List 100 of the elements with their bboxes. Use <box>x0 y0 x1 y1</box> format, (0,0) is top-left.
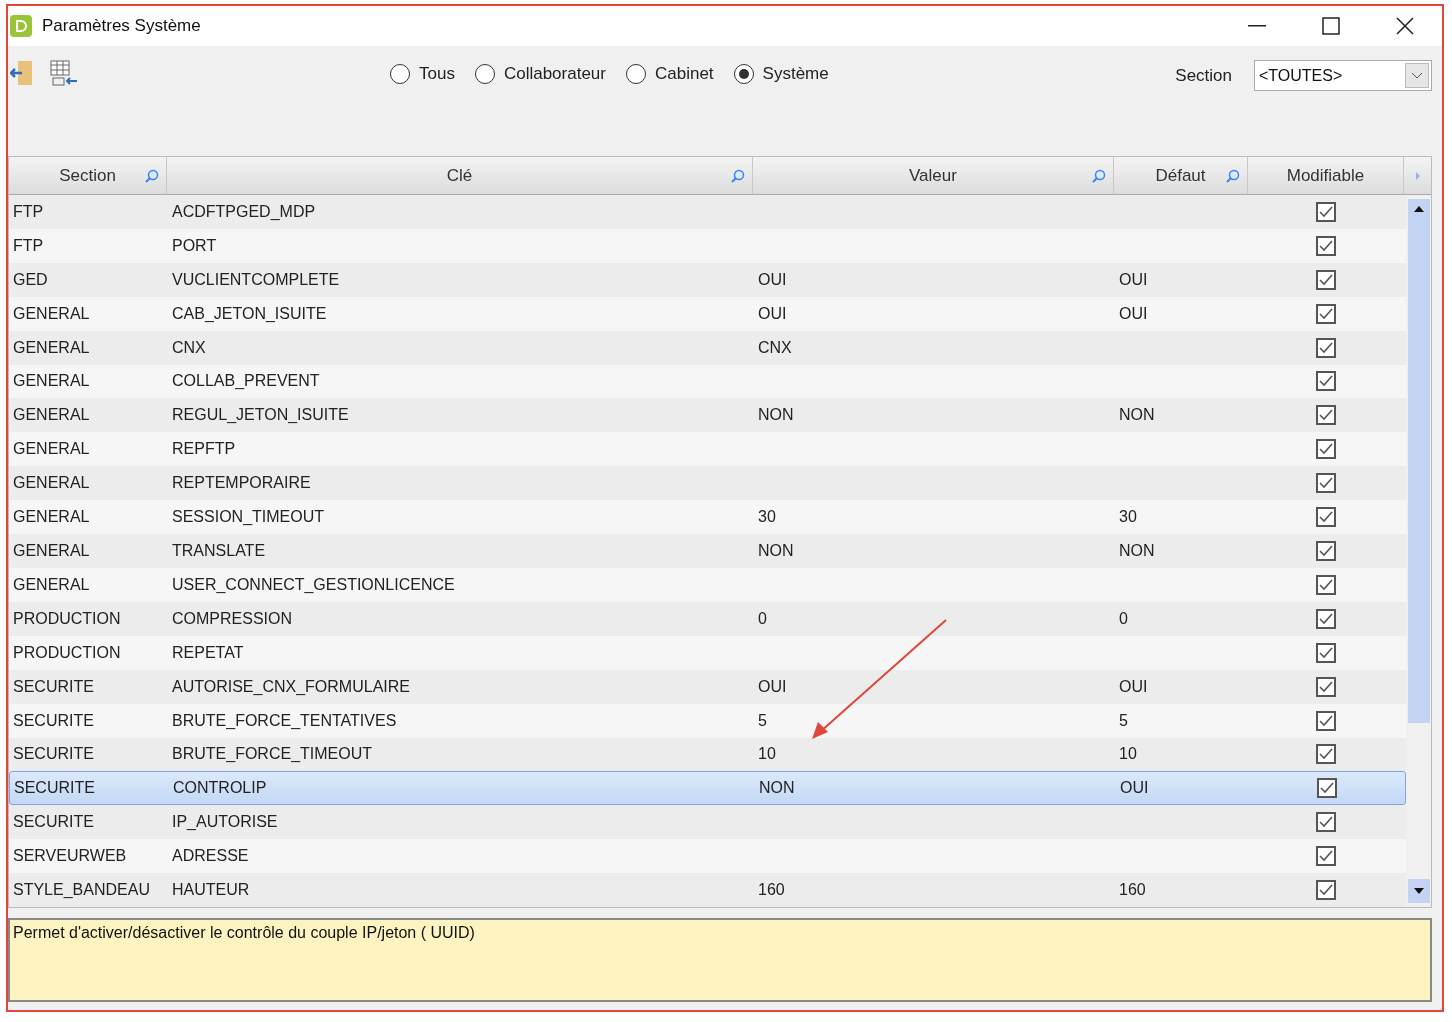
checkbox[interactable] <box>1317 778 1337 799</box>
table-export-icon[interactable] <box>50 60 78 88</box>
table-cell-text: OUI <box>1118 303 1149 324</box>
table-row[interactable]: GENERAL TRANSLATE NON NON <box>9 534 1406 568</box>
checkbox[interactable] <box>1316 303 1336 324</box>
table-row[interactable]: SECURITE BRUTE_FORCE_TIMEOUT 10 10 <box>9 737 1406 772</box>
checkbox[interactable] <box>1316 676 1336 697</box>
table-cell-text: FTP <box>12 235 45 256</box>
checkbox[interactable] <box>1316 744 1336 765</box>
table-cell-text: 0 <box>757 608 768 629</box>
table-cell-text: GENERAL <box>12 507 91 528</box>
caret-right-icon <box>1414 171 1421 180</box>
exit-door-icon[interactable] <box>10 60 34 86</box>
table-cell-text: 160 <box>1118 880 1147 901</box>
table-cell-text: PRODUCTION <box>12 642 122 663</box>
table-cell-text: STYLE_BANDEAU <box>12 880 151 901</box>
radio-button[interactable] <box>733 63 754 84</box>
search-icon[interactable] <box>730 168 746 184</box>
column-header[interactable]: Défaut <box>1114 157 1248 194</box>
table-cell-text: REGUL_JETON_ISUITE <box>171 405 350 426</box>
scroll-down-icon[interactable] <box>1407 879 1430 903</box>
table-row[interactable]: PRODUCTION COMPRESSION 0 0 <box>9 601 1406 636</box>
table-row[interactable]: SECURITE BRUTE_FORCE_TENTATIVES 5 5 <box>9 703 1406 738</box>
checkbox[interactable] <box>1316 337 1336 358</box>
table-cell-text: GED <box>12 269 49 290</box>
checkbox[interactable] <box>1316 439 1336 460</box>
table-cell-text: GENERAL <box>12 337 91 358</box>
table-row[interactable]: GED VUCLIENTCOMPLETE OUI OUI <box>9 262 1406 297</box>
maximize-icon <box>1322 17 1340 35</box>
table-cell-text: NON <box>758 778 796 799</box>
table-cell-text: 0 <box>1118 608 1129 629</box>
table-cell-text: GENERAL <box>12 303 91 324</box>
table-row[interactable]: SECURITE CONTROLIP NON OUI <box>9 771 1406 806</box>
table-row[interactable]: GENERAL CAB_JETON_ISUITE OUI OUI <box>9 296 1406 331</box>
filter-radio[interactable]: Système <box>733 61 829 87</box>
table-cell-text: OUI <box>1118 676 1149 697</box>
table-row[interactable]: GENERAL COLLAB_PREVENT <box>9 364 1406 399</box>
search-icon[interactable] <box>1225 168 1241 184</box>
scroll-up-icon[interactable] <box>1407 199 1430 219</box>
table-row[interactable]: STYLE_BANDEAU HAUTEUR 160 160 <box>9 873 1406 908</box>
checkbox[interactable] <box>1316 371 1336 392</box>
checkbox[interactable] <box>1316 642 1336 663</box>
table-row[interactable]: GENERAL CNX CNX <box>9 330 1406 365</box>
column-header[interactable]: Clé <box>167 157 753 194</box>
radio-button[interactable] <box>626 63 646 84</box>
radio-button[interactable] <box>390 63 410 84</box>
radio-button[interactable] <box>474 63 495 84</box>
table-cell-text: SECURITE <box>12 812 95 833</box>
table-cell-text: CAB_JETON_ISUITE <box>171 303 328 324</box>
table-cell-text: SECURITE <box>12 744 95 765</box>
table-row[interactable]: GENERAL USER_CONNECT_GESTIONLICENCE <box>9 567 1406 602</box>
checkbox[interactable] <box>1316 710 1336 731</box>
checkbox[interactable] <box>1316 473 1336 494</box>
table-row[interactable]: FTP ACDFTPGED_MDP <box>9 195 1406 229</box>
filter-radio[interactable]: Tous <box>390 61 455 87</box>
table-cell-text: NON <box>757 541 795 561</box>
checkbox[interactable] <box>1316 880 1336 901</box>
checkbox[interactable] <box>1316 201 1336 222</box>
scrollbar-thumb[interactable] <box>1407 219 1430 723</box>
section-dropdown[interactable]: <TOUTES> <box>1254 60 1432 91</box>
table-cell-text: REPTEMPORAIRE <box>171 473 312 494</box>
filter-radio[interactable]: Cabinet <box>626 61 714 87</box>
checkbox[interactable] <box>1316 812 1336 833</box>
table-row[interactable]: GENERAL REGUL_JETON_ISUITE NON NON <box>9 398 1406 433</box>
checkbox[interactable] <box>1316 574 1336 595</box>
search-icon[interactable] <box>144 168 160 184</box>
table-row[interactable]: SERVEURWEB ADRESSE <box>9 839 1406 874</box>
table-cell-text: FTP <box>12 201 45 222</box>
table-row[interactable]: PRODUCTION REPETAT <box>9 635 1406 670</box>
table-row[interactable]: GENERAL REPFTP <box>9 432 1406 467</box>
table-cell-text: ACDFTPGED_MDP <box>171 201 317 222</box>
checkbox[interactable] <box>1316 235 1336 256</box>
table-cell-text: SECURITE <box>12 676 95 697</box>
close-icon <box>1396 17 1414 35</box>
search-icon[interactable] <box>1091 168 1107 184</box>
checkbox[interactable] <box>1316 507 1336 528</box>
table-cell-text: COMPRESSION <box>171 608 293 629</box>
checkbox[interactable] <box>1316 405 1336 426</box>
table-cell-text: COLLAB_PREVENT <box>171 371 321 392</box>
table-row[interactable]: SECURITE IP_AUTORISE <box>9 805 1406 840</box>
table-row[interactable]: GENERAL SESSION_TIMEOUT 30 30 <box>9 500 1406 535</box>
column-header[interactable]: Valeur <box>753 157 1114 194</box>
checkbox[interactable] <box>1316 541 1336 561</box>
window-title: Paramètres Système <box>42 15 201 38</box>
column-header[interactable]: Modifiable <box>1248 157 1404 194</box>
table-cell-text: GENERAL <box>12 371 91 392</box>
table-row[interactable]: SECURITE AUTORISE_CNX_FORMULAIRE OUI OUI <box>9 669 1406 704</box>
column-header[interactable]: Section <box>9 157 167 194</box>
checkbox[interactable] <box>1316 608 1336 629</box>
table-cell-text: SECURITE <box>13 778 96 799</box>
checkbox[interactable] <box>1316 269 1336 290</box>
table-cell-text: 5 <box>757 710 768 731</box>
table-row[interactable]: FTP PORT <box>9 228 1406 263</box>
table-cell-text: PRODUCTION <box>12 608 122 629</box>
checkbox[interactable] <box>1316 846 1336 867</box>
filter-radio[interactable]: Collaborateur <box>474 61 606 87</box>
table-cell-text: 10 <box>1118 744 1138 765</box>
table-cell-text: GENERAL <box>12 574 91 595</box>
table-row[interactable]: GENERAL REPTEMPORAIRE <box>9 466 1406 501</box>
table-cell-text: USER_CONNECT_GESTIONLICENCE <box>171 574 456 595</box>
